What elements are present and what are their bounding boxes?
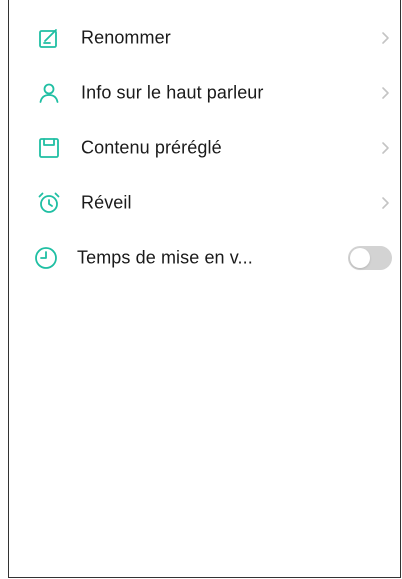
clock-icon bbox=[33, 245, 59, 271]
menu-item-label: Réveil bbox=[81, 192, 132, 212]
chevron-right-icon bbox=[378, 86, 392, 100]
preset-icon bbox=[36, 135, 62, 161]
menu-item-label: Info sur le haut parleur bbox=[81, 82, 264, 102]
menu-item-label: Renommer bbox=[81, 27, 171, 47]
person-icon bbox=[36, 80, 62, 106]
chevron-right-icon bbox=[378, 31, 392, 45]
menu-item-preset-content[interactable]: Contenu préréglé bbox=[9, 120, 400, 175]
settings-menu: Renommer Info sur le haut parleur Conten… bbox=[9, 10, 400, 285]
alarm-clock-icon bbox=[36, 190, 62, 216]
menu-item-rename[interactable]: Renommer bbox=[9, 10, 400, 65]
settings-panel: Renommer Info sur le haut parleur Conten… bbox=[8, 0, 401, 578]
chevron-right-icon bbox=[378, 196, 392, 210]
menu-item-speaker-info[interactable]: Info sur le haut parleur bbox=[9, 65, 400, 120]
menu-item-label: Temps de mise en v... bbox=[77, 247, 253, 267]
menu-item-standby-time: Temps de mise en v... bbox=[9, 230, 400, 285]
edit-icon bbox=[36, 25, 62, 51]
chevron-right-icon bbox=[378, 141, 392, 155]
menu-item-label: Contenu préréglé bbox=[81, 137, 222, 157]
standby-toggle[interactable] bbox=[348, 245, 392, 270]
menu-item-alarm[interactable]: Réveil bbox=[9, 175, 400, 230]
toggle-knob bbox=[350, 247, 370, 268]
